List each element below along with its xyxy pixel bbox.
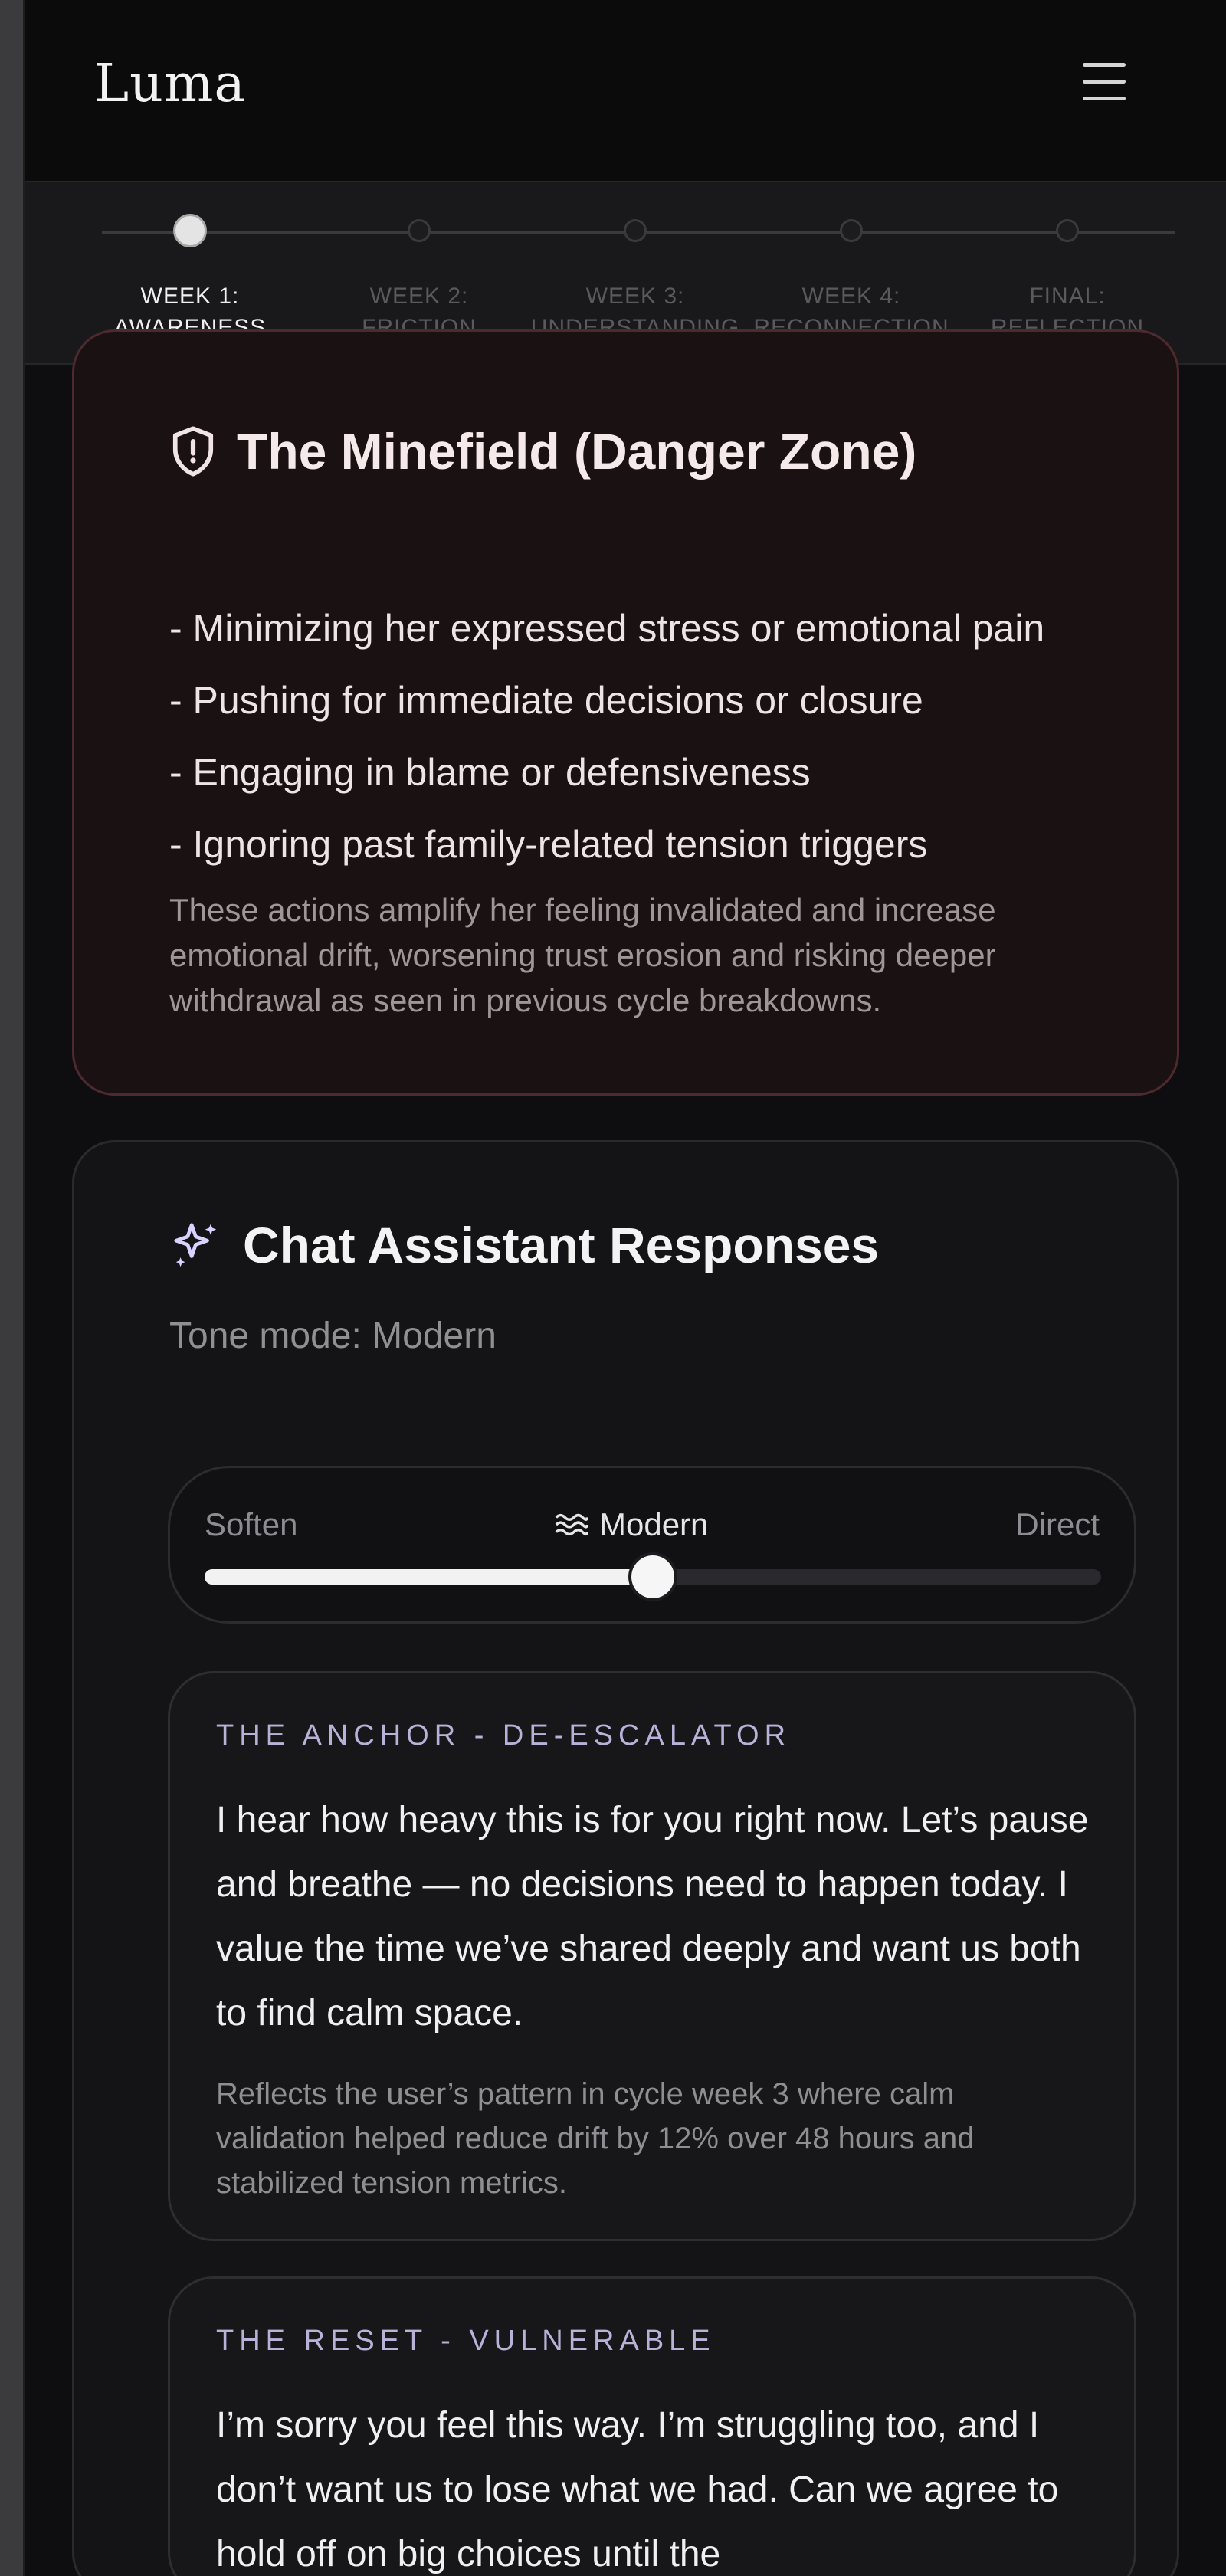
app-screen: Luma WEEK 1: AWARENESS WEEK 2: FRICTION …	[25, 0, 1226, 2576]
response-heading: THE RESET - VULNERABLE	[216, 2325, 716, 2357]
step-dot-week-1[interactable]	[173, 214, 207, 247]
tone-slider[interactable]: Soften Modern Direct	[168, 1466, 1136, 1624]
tone-mode-label: Tone mode: Modern	[169, 1316, 497, 1356]
response-text: I hear how heavy this is for you right n…	[216, 1800, 1089, 2034]
slider-current-mode: Modern	[553, 1506, 708, 1543]
step-label-line: FINAL:	[1029, 283, 1106, 309]
response-heading: THE ANCHOR - DE-ESCALATOR	[216, 1719, 792, 1752]
waves-icon	[555, 1513, 588, 1536]
step-dot-week-2[interactable]	[408, 219, 431, 242]
step-dot-final[interactable]	[1056, 219, 1079, 242]
assistant-card-header: Chat Assistant Responses	[169, 1216, 879, 1274]
response-card-anchor[interactable]: THE ANCHOR - DE-ESCALATOR I hear how hea…	[168, 1671, 1136, 2241]
chat-assistant-card: Chat Assistant Responses Tone mode: Mode…	[72, 1140, 1179, 2576]
top-bar: Luma	[25, 0, 1226, 181]
shield-alert-icon	[172, 426, 214, 477]
danger-list-item: - Minimizing her expressed stress or emo…	[169, 607, 1045, 650]
danger-card-title: The Minefield (Danger Zone)	[237, 423, 917, 480]
assistant-card-title: Chat Assistant Responses	[243, 1217, 880, 1273]
response-text: I’m sorry you feel this way. I’m struggl…	[216, 2405, 1059, 2574]
brand-logo[interactable]: Luma	[94, 54, 246, 114]
step-label-line: WEEK 1:	[140, 283, 240, 309]
danger-explanation: These actions amplify her feeling invali…	[169, 892, 996, 1018]
danger-zone-card: The Minefield (Danger Zone) - Minimizing…	[72, 329, 1179, 1096]
slider-track[interactable]	[205, 1555, 1101, 1598]
slider-fill	[205, 1569, 653, 1585]
slider-mode-label: Modern	[599, 1506, 709, 1542]
danger-list: - Minimizing her expressed stress or emo…	[169, 592, 1165, 880]
step-dot-week-4[interactable]	[840, 219, 863, 242]
danger-card-header: The Minefield (Danger Zone)	[169, 422, 916, 480]
left-edge-strip	[0, 0, 25, 2576]
step-dot-week-3[interactable]	[624, 219, 647, 242]
response-card-reset[interactable]: THE RESET - VULNERABLE I’m sorry you fee…	[168, 2276, 1136, 2576]
step-label-line: WEEK 2:	[369, 283, 469, 309]
danger-list-item: - Ignoring past family-related tension t…	[169, 823, 928, 866]
hamburger-menu-icon[interactable]	[1083, 63, 1130, 101]
step-label-line: WEEK 3:	[585, 283, 685, 309]
danger-list-item: - Pushing for immediate decisions or clo…	[169, 679, 923, 722]
step-label-line: WEEK 4:	[801, 283, 901, 309]
slider-label-soften: Soften	[205, 1506, 298, 1542]
slider-label-direct: Direct	[1015, 1506, 1100, 1542]
danger-list-item: - Engaging in blame or defensiveness	[169, 751, 811, 794]
sparkles-icon	[174, 1223, 217, 1267]
slider-thumb[interactable]	[631, 1555, 674, 1598]
response-rationale: Reflects the user’s pattern in cycle wee…	[216, 2077, 975, 2200]
